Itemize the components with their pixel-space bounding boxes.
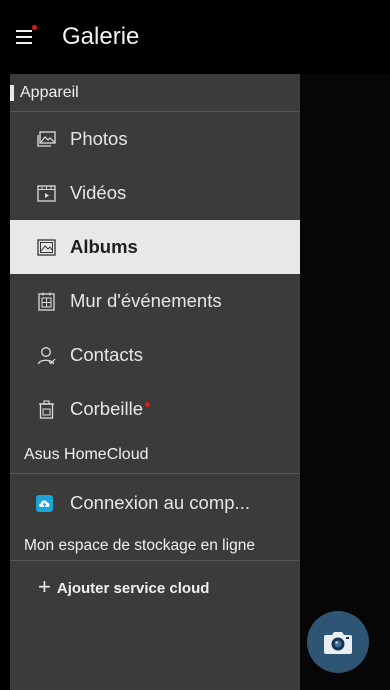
drawer-item-label: Vidéos <box>70 182 127 203</box>
notification-dot <box>32 25 37 30</box>
drawer-item-event-wall[interactable]: Mur d'événements <box>10 274 300 328</box>
cloud-upload-icon <box>36 494 53 512</box>
cloud-login-item[interactable]: Connexion au comp... <box>10 474 300 532</box>
section-header-online-storage: Mon espace de stockage en ligne <box>10 532 300 561</box>
section-label: Appareil <box>20 83 79 101</box>
gallery-backdrop[interactable] <box>300 74 390 690</box>
page-title: Galerie <box>62 23 140 50</box>
drawer-item-label: Albums <box>70 236 138 257</box>
camera-button[interactable] <box>307 611 369 673</box>
drawer-item-contacts[interactable]: Contacts <box>10 328 300 382</box>
event-wall-icon <box>36 291 56 311</box>
drawer-item-label: Photos <box>70 128 128 149</box>
navigation-drawer: Appareil Photos Vidéos Albums Mur d'évén… <box>10 74 300 690</box>
drawer-item-label: Contacts <box>70 344 144 365</box>
drawer-item-videos[interactable]: Vidéos <box>10 166 300 220</box>
plus-icon: + <box>38 574 51 599</box>
notification-dot <box>145 401 151 407</box>
camera-icon <box>324 632 352 654</box>
section-marker <box>10 84 14 101</box>
drawer-item-label: Corbeille <box>70 398 144 419</box>
section-header-homecloud: Asus HomeCloud <box>10 436 300 474</box>
app-bar: Galerie <box>0 0 390 74</box>
add-cloud-service-button[interactable]: + Ajouter service cloud <box>10 561 300 615</box>
album-icon <box>36 237 56 257</box>
drawer-item-photos[interactable]: Photos <box>10 112 300 166</box>
menu-button[interactable] <box>12 23 40 51</box>
drawer-item-trash[interactable]: Corbeille <box>10 382 300 436</box>
drawer-item-albums[interactable]: Albums <box>10 220 300 274</box>
contacts-icon <box>36 345 56 365</box>
add-cloud-label: Ajouter service cloud <box>56 579 210 597</box>
hamburger-menu-icon <box>16 30 32 44</box>
section-header-device: Appareil <box>10 74 300 112</box>
trash-icon <box>36 399 56 419</box>
drawer-item-label: Mur d'événements <box>70 290 222 311</box>
photo-icon <box>36 129 56 149</box>
video-icon <box>36 183 56 203</box>
cloud-login-label: Connexion au comp... <box>70 492 250 513</box>
